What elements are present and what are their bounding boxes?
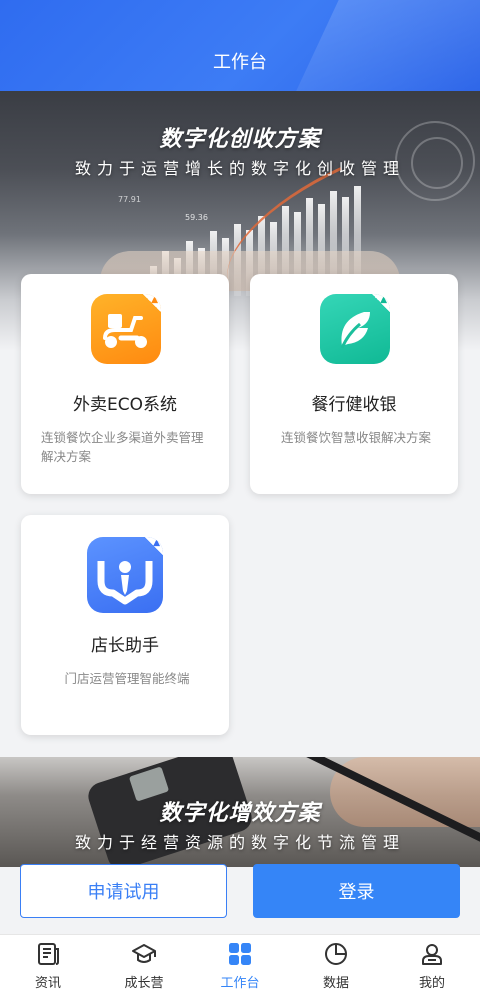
pie-chart-icon xyxy=(325,943,347,965)
banner-title: 数字化创收方案 xyxy=(159,127,321,152)
app-name: 餐行健收银 xyxy=(311,395,397,415)
app-card-takeaway-eco[interactable]: ▲ 外卖ECO系统 连锁餐饮企业多渠道外卖管理解决方案 xyxy=(21,274,229,494)
apply-trial-button[interactable]: 申请试用 xyxy=(20,864,227,918)
tab-workbench[interactable]: 工作台 xyxy=(192,935,288,1001)
tab-news[interactable]: 资讯 xyxy=(0,935,96,1001)
tab-label: 资讯 xyxy=(34,976,61,991)
grid-icon xyxy=(229,943,251,965)
app-name: 外卖ECO系统 xyxy=(73,395,177,415)
tab-data[interactable]: 数据 xyxy=(288,935,384,1001)
chart-number: 77.91 xyxy=(118,195,141,204)
banner-title: 数字化增效方案 xyxy=(159,801,321,826)
bottom-banner[interactable]: 数字化增效方案 致力于经营资源的数字化节流管理 xyxy=(0,757,480,867)
page-title: 工作台 xyxy=(213,52,267,73)
app-card-cashier[interactable]: ▲ 餐行健收银 连锁餐饮智慧收银解决方案 xyxy=(250,274,458,494)
app-name: 店长助手 xyxy=(91,636,159,656)
tab-label: 我的 xyxy=(418,976,445,991)
app-description: 连锁餐饮企业多渠道外卖管理解决方案 xyxy=(41,430,204,464)
tab-label: 成长营 xyxy=(124,976,164,991)
user-icon xyxy=(422,944,442,965)
app-card-store-manager[interactable]: ▲ 店长助手 门店运营管理智能终端 xyxy=(21,515,229,735)
banner-subtitle: 致力于经营资源的数字化节流管理 xyxy=(74,833,405,852)
bottom-tab-bar: 资讯 成长营 工作台 数据 我的 xyxy=(0,934,480,1001)
scooter-icon: ▲ xyxy=(91,294,161,364)
tab-label: 数据 xyxy=(322,976,349,991)
tab-mine[interactable]: 我的 xyxy=(384,935,480,1001)
tab-label: 工作台 xyxy=(220,976,260,991)
app-description: 连锁餐饮智慧收银解决方案 xyxy=(280,430,431,445)
graduation-cap-icon xyxy=(132,944,156,963)
tab-growth-camp[interactable]: 成长营 xyxy=(96,935,192,1001)
news-icon xyxy=(38,943,59,965)
leaf-icon: ▲ xyxy=(320,294,390,364)
banner-subtitle: 致力于运营增长的数字化创收管理 xyxy=(74,159,405,178)
chart-number: 59.36 xyxy=(185,213,208,222)
app-header: 工作台 xyxy=(0,0,480,91)
manager-icon: ▲ xyxy=(87,537,163,613)
login-button[interactable]: 登录 xyxy=(253,864,460,918)
app-description: 门店运营管理智能终端 xyxy=(64,671,190,686)
